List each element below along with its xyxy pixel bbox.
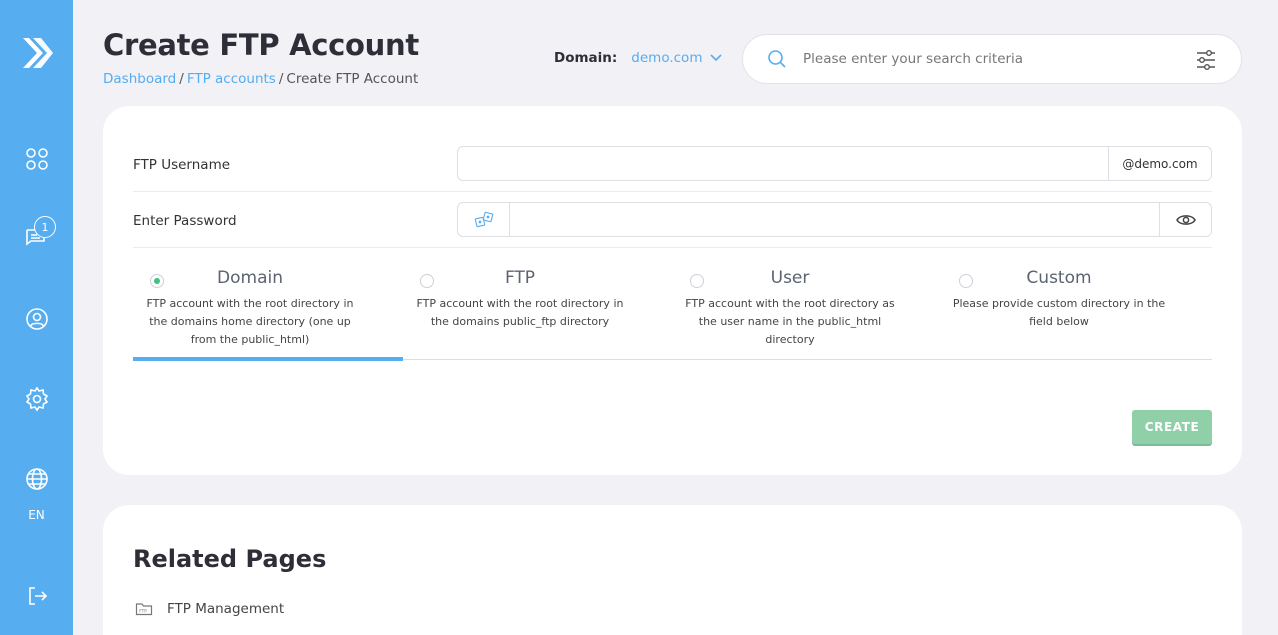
related-pages-card: Related Pages FTP FTP Management <box>103 505 1242 635</box>
search-bar <box>742 34 1242 84</box>
option-description: Please provide custom directory in the f… <box>952 297 1166 328</box>
directory-option-domain[interactable]: Domain FTP account with the root directo… <box>140 266 410 362</box>
ftp-username-field: @demo.com <box>457 146 1212 181</box>
eye-icon <box>1175 214 1196 225</box>
breadcrumb-current: Create FTP Account <box>286 71 419 87</box>
domain-value[interactable]: demo.com <box>631 50 702 66</box>
globe-icon[interactable] <box>0 466 73 492</box>
dice-icon <box>474 211 493 227</box>
toggle-password-visibility-button[interactable] <box>1159 203 1211 236</box>
divider <box>133 247 1212 248</box>
username-domain-suffix: @demo.com <box>1108 147 1211 180</box>
ftp-username-input[interactable] <box>458 147 1108 180</box>
directory-option-ftp[interactable]: FTP FTP account with the root directory … <box>410 266 680 362</box>
message-count-badge: 1 <box>34 216 56 238</box>
user-icon[interactable] <box>0 306 73 332</box>
grid-icon[interactable] <box>0 146 73 172</box>
related-link-label: FTP Management <box>167 601 285 617</box>
domain-label: Domain: <box>554 50 618 66</box>
option-description: FTP account with the root directory in t… <box>416 297 624 328</box>
option-title: Custom <box>1026 268 1092 288</box>
sidebar: 1 EN <box>0 0 73 635</box>
domain-selector[interactable]: Domain: demo.com <box>554 50 723 66</box>
breadcrumb-separator: / <box>278 71 284 87</box>
scrollbar-thumb[interactable] <box>1272 4 1277 574</box>
logo-icon[interactable] <box>0 32 73 74</box>
directory-option-user[interactable]: User FTP account with the root directory… <box>680 266 950 362</box>
filter-settings-icon[interactable] <box>1195 49 1217 71</box>
ftp-folder-icon: FTP <box>135 603 153 616</box>
create-button[interactable]: CREATE <box>1132 410 1212 444</box>
page-scrollbar[interactable] <box>1270 0 1278 635</box>
password-field <box>457 202 1212 237</box>
chevron-down-icon[interactable] <box>710 54 723 62</box>
breadcrumb-separator: / <box>179 71 184 87</box>
password-input[interactable] <box>510 203 1159 236</box>
divider <box>133 191 1212 192</box>
active-option-indicator <box>133 357 403 361</box>
gear-icon[interactable] <box>0 386 73 412</box>
logout-icon[interactable] <box>0 584 73 608</box>
language-label[interactable]: EN <box>0 508 73 522</box>
related-pages-title: Related Pages <box>133 545 327 573</box>
related-link-ftp-management[interactable]: FTP FTP Management <box>135 601 284 617</box>
option-title: Domain <box>217 268 283 288</box>
page-title: Create FTP Account <box>103 28 419 62</box>
ftp-username-label: FTP Username <box>133 157 231 173</box>
breadcrumb-dashboard-link[interactable]: Dashboard <box>103 71 176 87</box>
directory-option-custom[interactable]: Custom Please provide custom directory i… <box>949 266 1219 362</box>
search-input[interactable] <box>803 47 1183 71</box>
option-title: User <box>770 268 810 288</box>
create-ftp-form-card: FTP Username @demo.com Enter Password Do… <box>103 106 1242 475</box>
generate-password-button[interactable] <box>458 203 510 236</box>
breadcrumb: Dashboard / FTP accounts / Create FTP Accoun… <box>103 71 418 87</box>
option-description: FTP account with the root directory in t… <box>146 297 354 346</box>
option-description: FTP account with the root directory as t… <box>685 297 895 346</box>
svg-text:FTP: FTP <box>139 609 147 614</box>
breadcrumb-ftp-accounts-link[interactable]: FTP accounts <box>187 71 276 87</box>
password-label: Enter Password <box>133 213 237 229</box>
option-title: FTP <box>504 268 536 288</box>
search-icon[interactable] <box>767 49 787 69</box>
